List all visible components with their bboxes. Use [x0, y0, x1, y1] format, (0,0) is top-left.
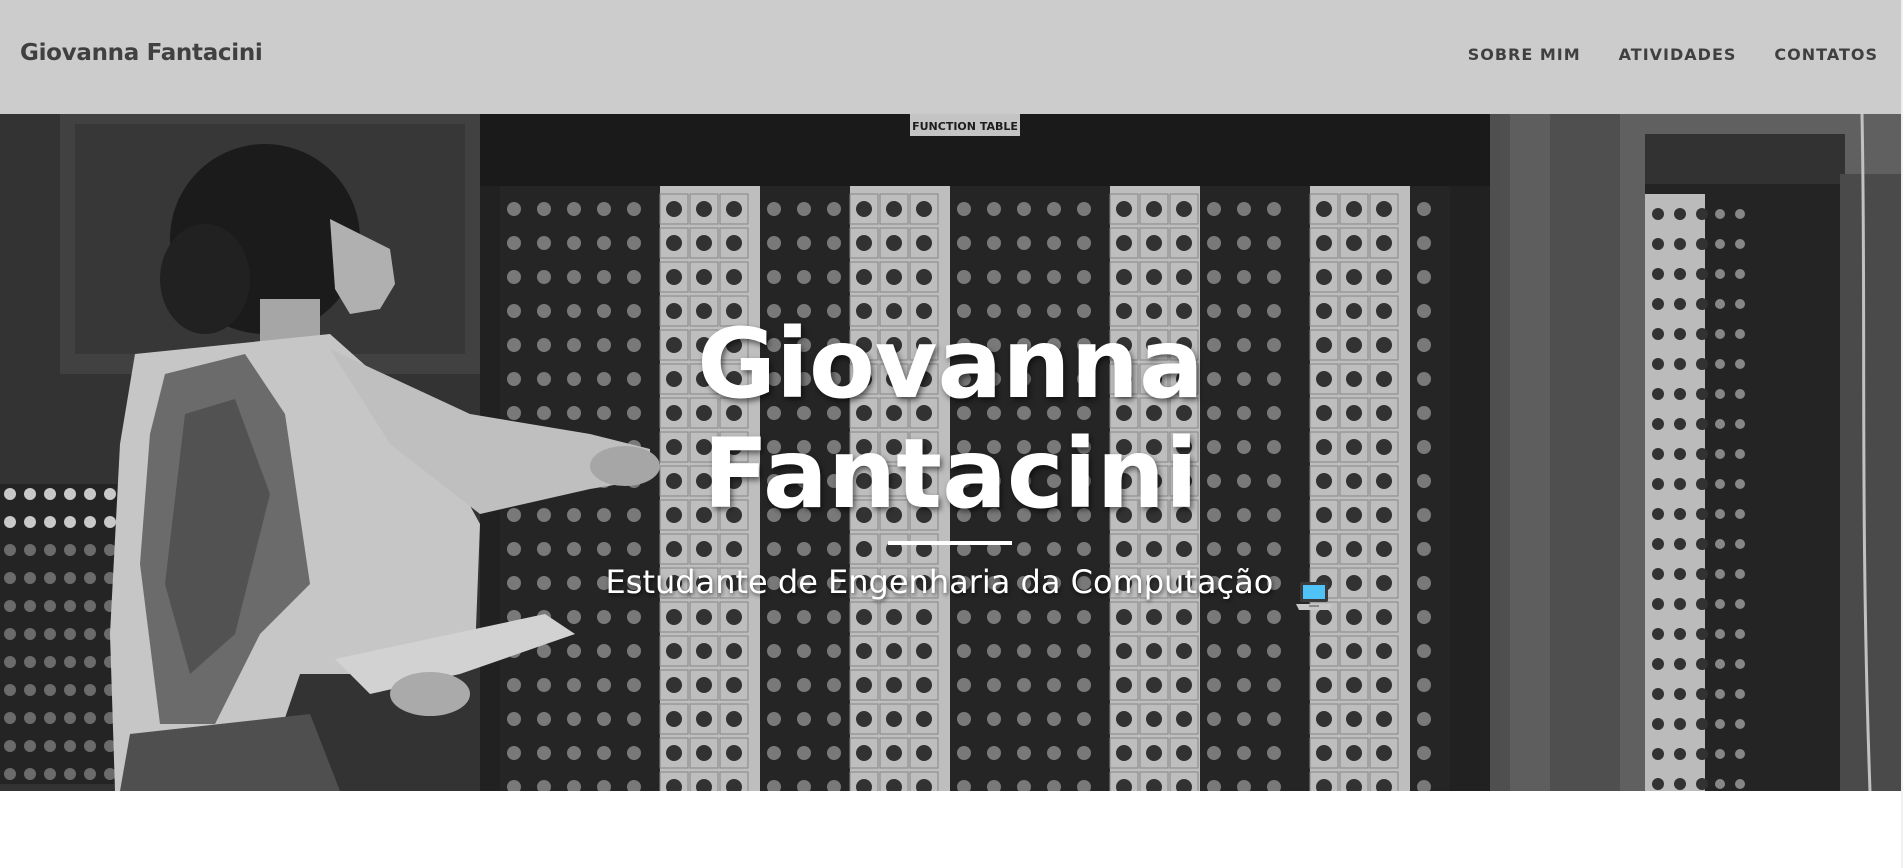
nav-links: SOBRE MIM ATIVIDADES CONTATOS	[1468, 45, 1878, 64]
hero-section: FUNCTION TABLE	[0, 114, 1901, 791]
hero-subtitle: Estudante de Engenharia da Computação	[605, 563, 1274, 601]
nav-link-sobre-mim[interactable]: SOBRE MIM	[1468, 45, 1581, 64]
hero-content: Giovanna Fantacini Estudante de Engenhar…	[0, 114, 1901, 791]
navbar: Giovanna Fantacini SOBRE MIM ATIVIDADES …	[0, 0, 1903, 114]
nav-link-atividades[interactable]: ATIVIDADES	[1619, 45, 1737, 64]
hero-title-line-1: Giovanna	[697, 308, 1204, 420]
brand-link[interactable]: Giovanna Fantacini	[20, 40, 263, 66]
nav-link-contatos[interactable]: CONTATOS	[1774, 45, 1878, 64]
hero-divider	[888, 541, 1012, 545]
hero-title: Giovanna Fantacini	[0, 309, 1901, 529]
hero-title-line-2: Fantacini	[703, 418, 1198, 530]
hero-subtitle-row: Estudante de Engenharia da Computação	[0, 562, 1901, 610]
